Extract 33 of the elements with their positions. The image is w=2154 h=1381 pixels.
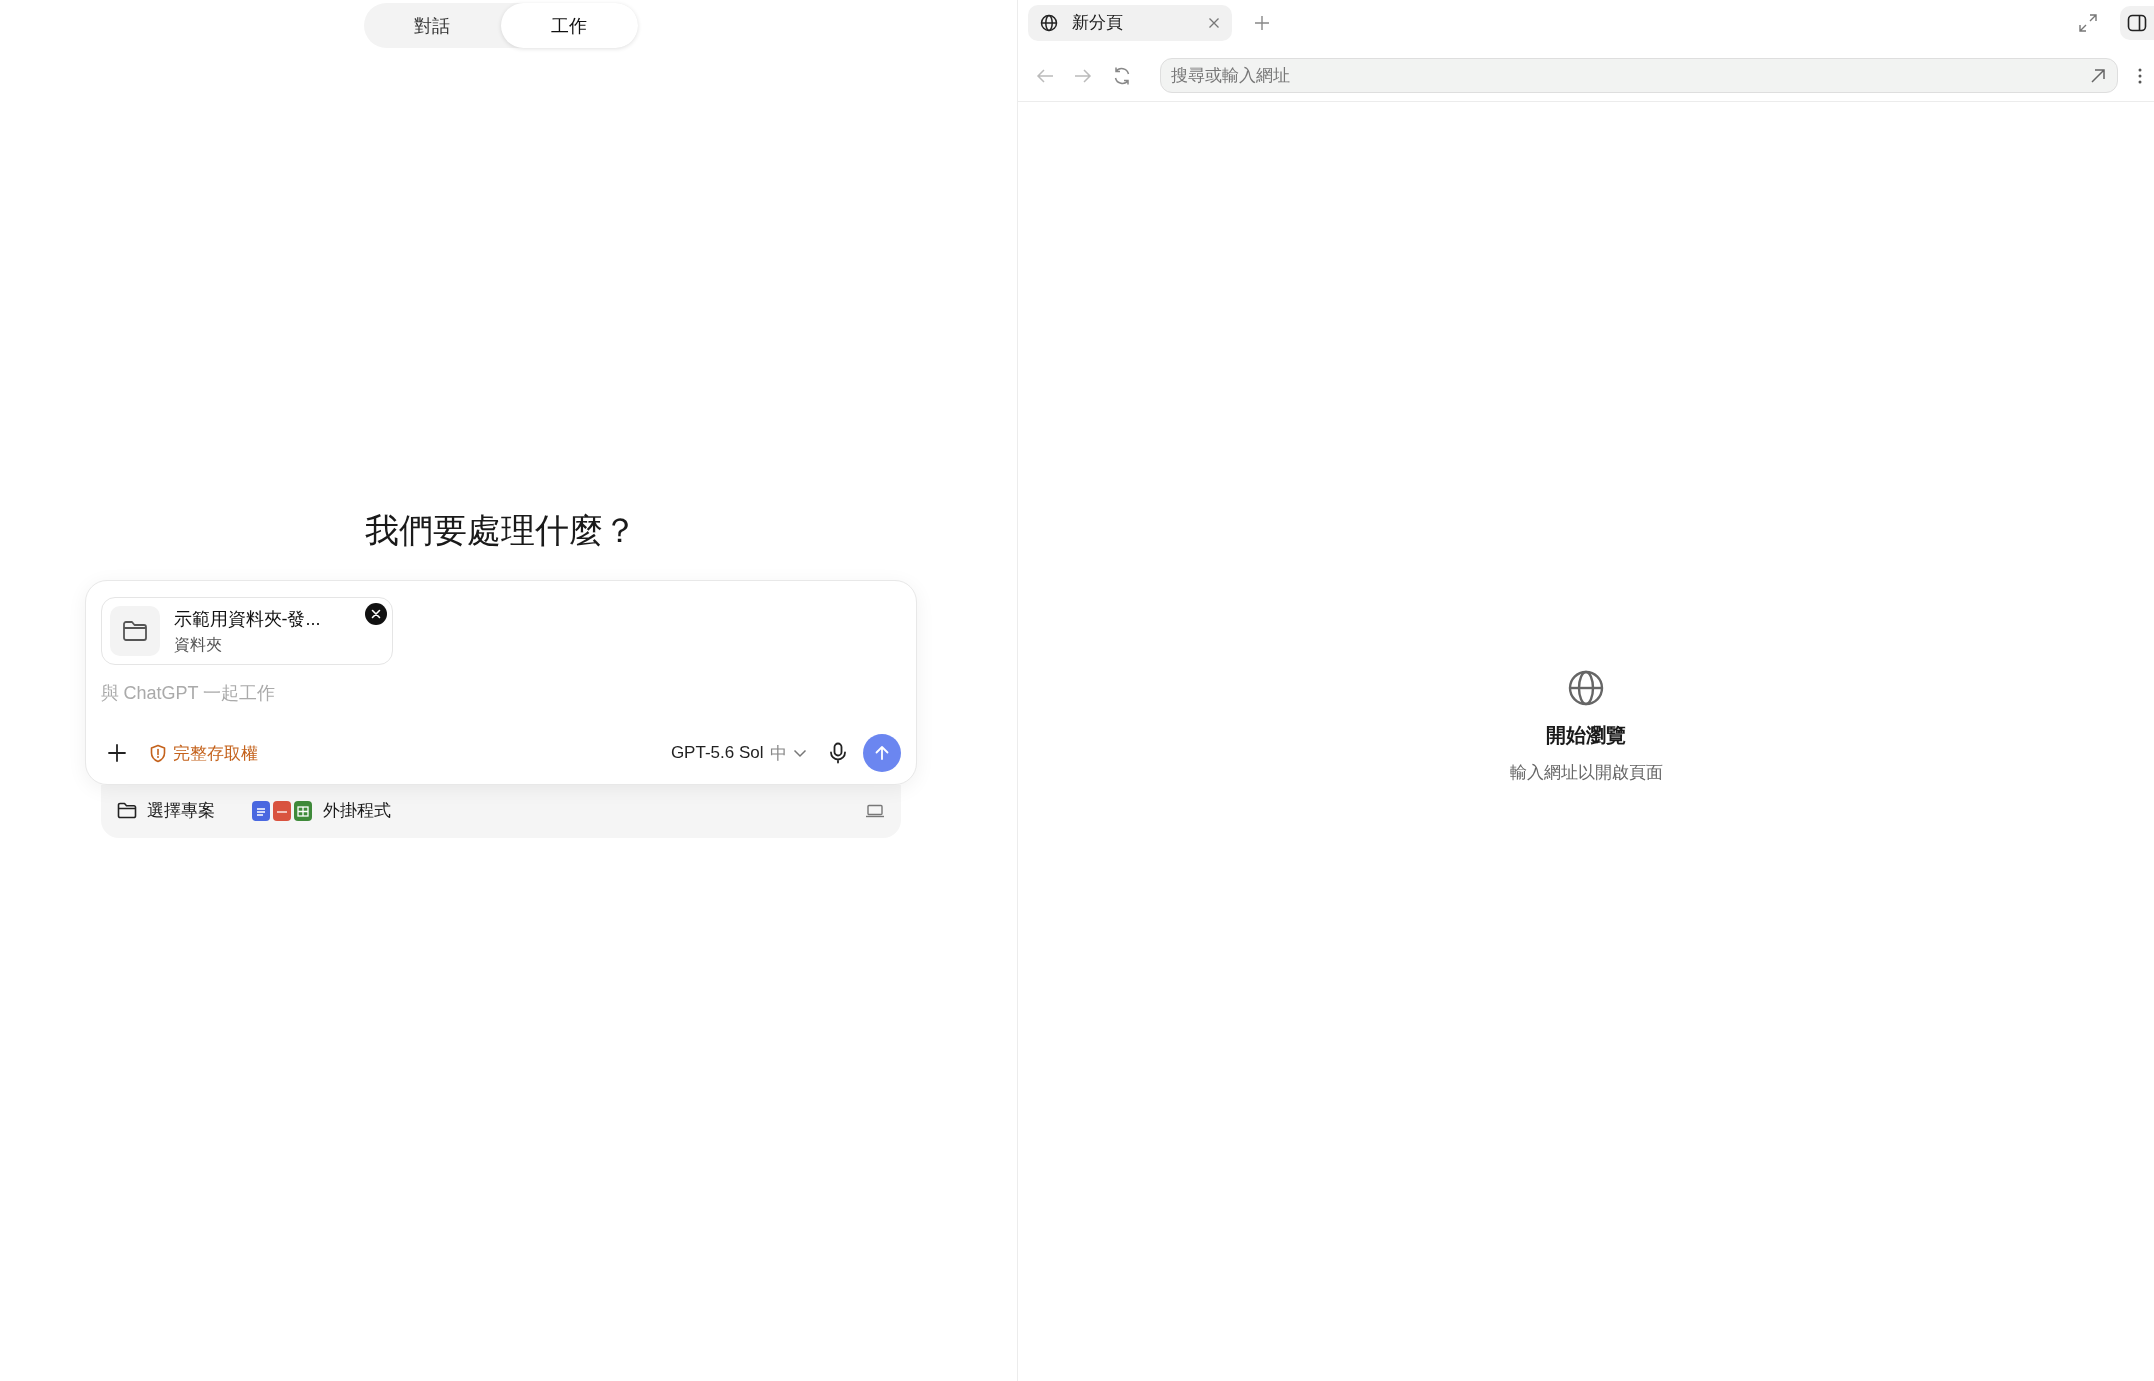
mode-tab[interactable]: 對話 bbox=[363, 3, 501, 48]
send-button[interactable] bbox=[862, 734, 901, 772]
remove-icon[interactable] bbox=[364, 603, 387, 625]
project-button[interactable]: 選擇專案 bbox=[116, 799, 215, 822]
address-field[interactable]: 搜尋或輸入網址 bbox=[1160, 58, 2118, 93]
empty-subtitle: 輸入網址以開啟頁面 bbox=[1509, 761, 1663, 784]
page-heading: 我們要處理什麼？ bbox=[364, 510, 637, 551]
new-tab-icon[interactable] bbox=[1254, 14, 1270, 31]
more-icon[interactable] bbox=[2138, 67, 2142, 84]
shield-icon bbox=[148, 743, 167, 763]
access-button[interactable]: 完整存取權 bbox=[148, 741, 258, 765]
browser-tab[interactable]: 新分頁 bbox=[1028, 4, 1232, 41]
reload-icon[interactable] bbox=[1112, 65, 1132, 86]
sidebar-toggle[interactable] bbox=[2120, 5, 2154, 40]
chevron-icon bbox=[792, 748, 807, 758]
mode-tab[interactable]: 工作 bbox=[500, 3, 638, 48]
attachment-name: 示範用資料夾-發... bbox=[173, 607, 321, 631]
sidebar-icon bbox=[2127, 13, 2147, 32]
folder-icon bbox=[116, 802, 137, 819]
model-selector[interactable]: GPT-5.6 Sol 中 bbox=[670, 741, 807, 765]
close-icon[interactable] bbox=[1208, 16, 1220, 29]
attachment-type: 資料夾 bbox=[173, 634, 223, 655]
expand-icon[interactable] bbox=[2078, 12, 2098, 33]
laptop-icon[interactable] bbox=[864, 803, 885, 818]
globe-icon bbox=[1040, 13, 1058, 32]
arrow-icon bbox=[2090, 68, 2106, 84]
folder-icon bbox=[109, 606, 160, 656]
plugins-button[interactable]: 外掛程式 bbox=[250, 799, 391, 822]
microphone-icon[interactable] bbox=[828, 742, 847, 764]
empty-title: 開始瀏覽 bbox=[1546, 722, 1626, 748]
globe-icon bbox=[1568, 669, 1604, 706]
app-icons-drawing bbox=[250, 799, 315, 822]
add-icon[interactable] bbox=[106, 743, 127, 763]
